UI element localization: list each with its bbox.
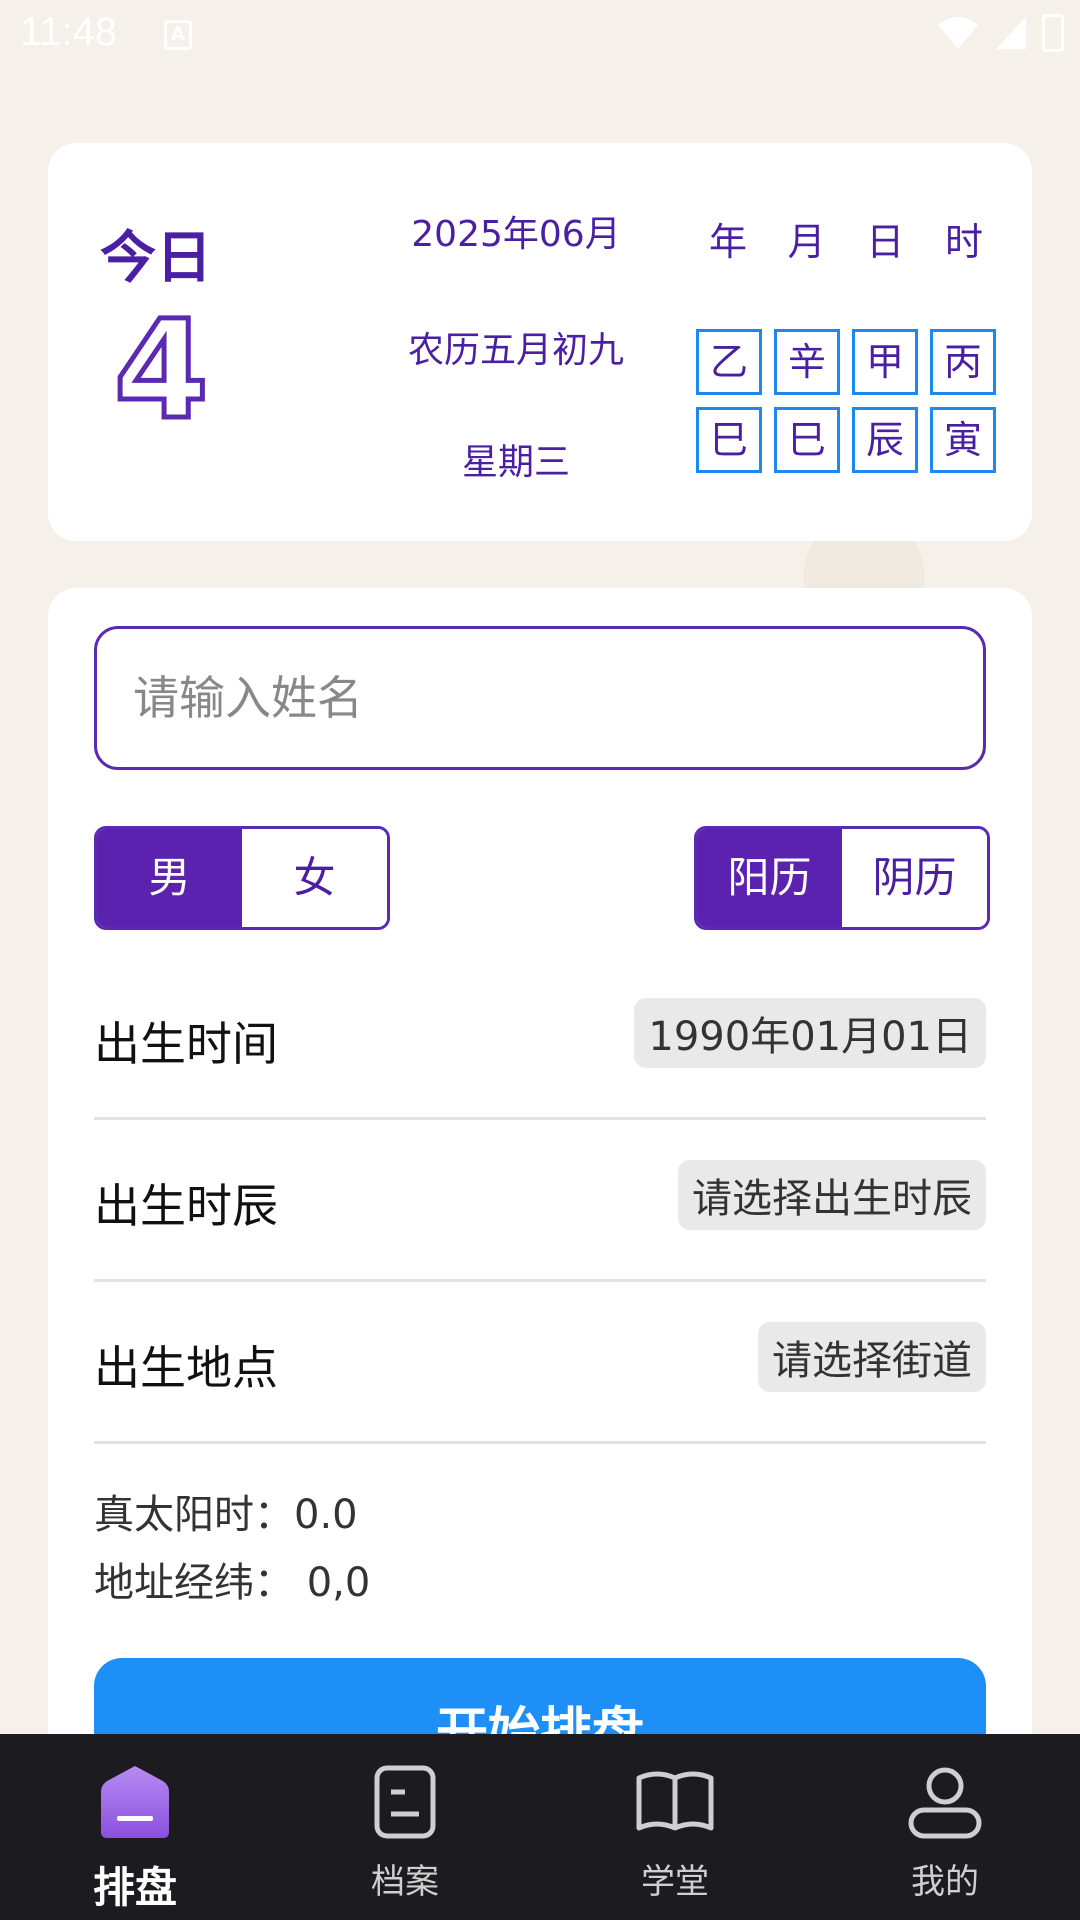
birth-time-row[interactable]: 出生时间 1990年01月01日 bbox=[94, 958, 986, 1120]
birth-time-value[interactable]: 1990年01月01日 bbox=[634, 998, 986, 1068]
nav-item-paipan[interactable]: 排盘 bbox=[35, 1734, 235, 1915]
ganzhi-headers: 年 月 日 时 bbox=[696, 211, 996, 266]
user-icon bbox=[908, 1767, 982, 1839]
birth-time-label: 出生时间 bbox=[94, 1017, 278, 1071]
gender-male-option[interactable]: 男 bbox=[97, 829, 242, 927]
birth-hour-label: 出生时辰 bbox=[94, 1179, 278, 1233]
signal-icon bbox=[996, 17, 1026, 49]
ganzhi-cell: 巳 bbox=[696, 407, 762, 473]
lunar-date: 农历五月初九 bbox=[407, 330, 624, 371]
nav-item-archive[interactable]: 档案 bbox=[305, 1734, 505, 1903]
nav-item-mine[interactable]: 我的 bbox=[845, 1734, 1045, 1903]
ganzhi-header-month: 月 bbox=[787, 220, 826, 264]
wifi-icon bbox=[938, 17, 978, 49]
coordinates: 地址经纬： 0,0 bbox=[94, 1560, 371, 1606]
ganzhi-cell: 辛 bbox=[774, 329, 840, 395]
nav-label-paipan: 排盘 bbox=[92, 1863, 177, 1912]
ganzhi-cell: 甲 bbox=[852, 329, 918, 395]
battery-icon bbox=[1042, 14, 1064, 52]
year-month: 2025年06月 bbox=[411, 214, 621, 255]
bottom-nav: 排盘 档案 学堂 我的 bbox=[0, 1734, 1080, 1920]
nav-label-mine: 我的 bbox=[911, 1862, 979, 1902]
gender-toggle: 男 女 bbox=[94, 826, 390, 930]
gender-female-option[interactable]: 女 bbox=[242, 829, 387, 927]
nav-label-school: 学堂 bbox=[641, 1862, 709, 1902]
name-input[interactable] bbox=[94, 626, 986, 770]
calendar-lunar-option[interactable]: 阴历 bbox=[842, 829, 987, 927]
nav-label-archive: 档案 bbox=[371, 1862, 439, 1902]
ganzhi-cell: 寅 bbox=[930, 407, 996, 473]
home-icon bbox=[101, 1766, 169, 1838]
weekday: 星期三 bbox=[461, 442, 570, 483]
today-day-number: 4 bbox=[112, 292, 212, 450]
calendar-solar-option[interactable]: 阳历 bbox=[697, 829, 842, 927]
ganzhi-header-hour: 时 bbox=[944, 220, 983, 264]
book-icon bbox=[636, 1771, 714, 1831]
ganzhi-cell: 辰 bbox=[852, 407, 918, 473]
keyboard-a-icon: A bbox=[164, 20, 192, 50]
status-bar: 11:48 A bbox=[0, 0, 1080, 70]
ganzhi-cell: 乙 bbox=[696, 329, 762, 395]
birth-hour-row[interactable]: 出生时辰 请选择出生时辰 bbox=[94, 1120, 986, 1282]
birth-place-value[interactable]: 请选择街道 bbox=[758, 1322, 986, 1392]
birth-place-label: 出生地点 bbox=[94, 1341, 278, 1395]
nav-item-school[interactable]: 学堂 bbox=[575, 1734, 775, 1903]
birth-hour-value[interactable]: 请选择出生时辰 bbox=[678, 1160, 986, 1230]
document-icon bbox=[374, 1765, 436, 1839]
ganzhi-cell: 巳 bbox=[774, 407, 840, 473]
status-icons bbox=[936, 14, 1064, 52]
ganzhi-cell: 丙 bbox=[930, 329, 996, 395]
status-time: 11:48 bbox=[20, 10, 118, 54]
birth-place-row[interactable]: 出生地点 请选择街道 bbox=[94, 1282, 986, 1444]
ganzhi-grid: 乙 辛 甲 丙 巳 巳 辰 寅 bbox=[696, 329, 1008, 473]
today-card: 今日 4 2025年06月 农历五月初九 星期三 年 月 日 时 乙 辛 甲 丙… bbox=[48, 143, 1032, 541]
chart-form-card: 男 女 阳历 阴历 出生时间 1990年01月01日 出生时辰 请选择出生时辰 … bbox=[48, 588, 1032, 1920]
ganzhi-header-day: 日 bbox=[866, 220, 905, 264]
true-solar-time: 真太阳时：0.0 bbox=[94, 1492, 358, 1538]
today-label: 今日 bbox=[100, 226, 212, 291]
ganzhi-header-year: 年 bbox=[708, 220, 747, 264]
calendar-toggle: 阳历 阴历 bbox=[694, 826, 990, 930]
